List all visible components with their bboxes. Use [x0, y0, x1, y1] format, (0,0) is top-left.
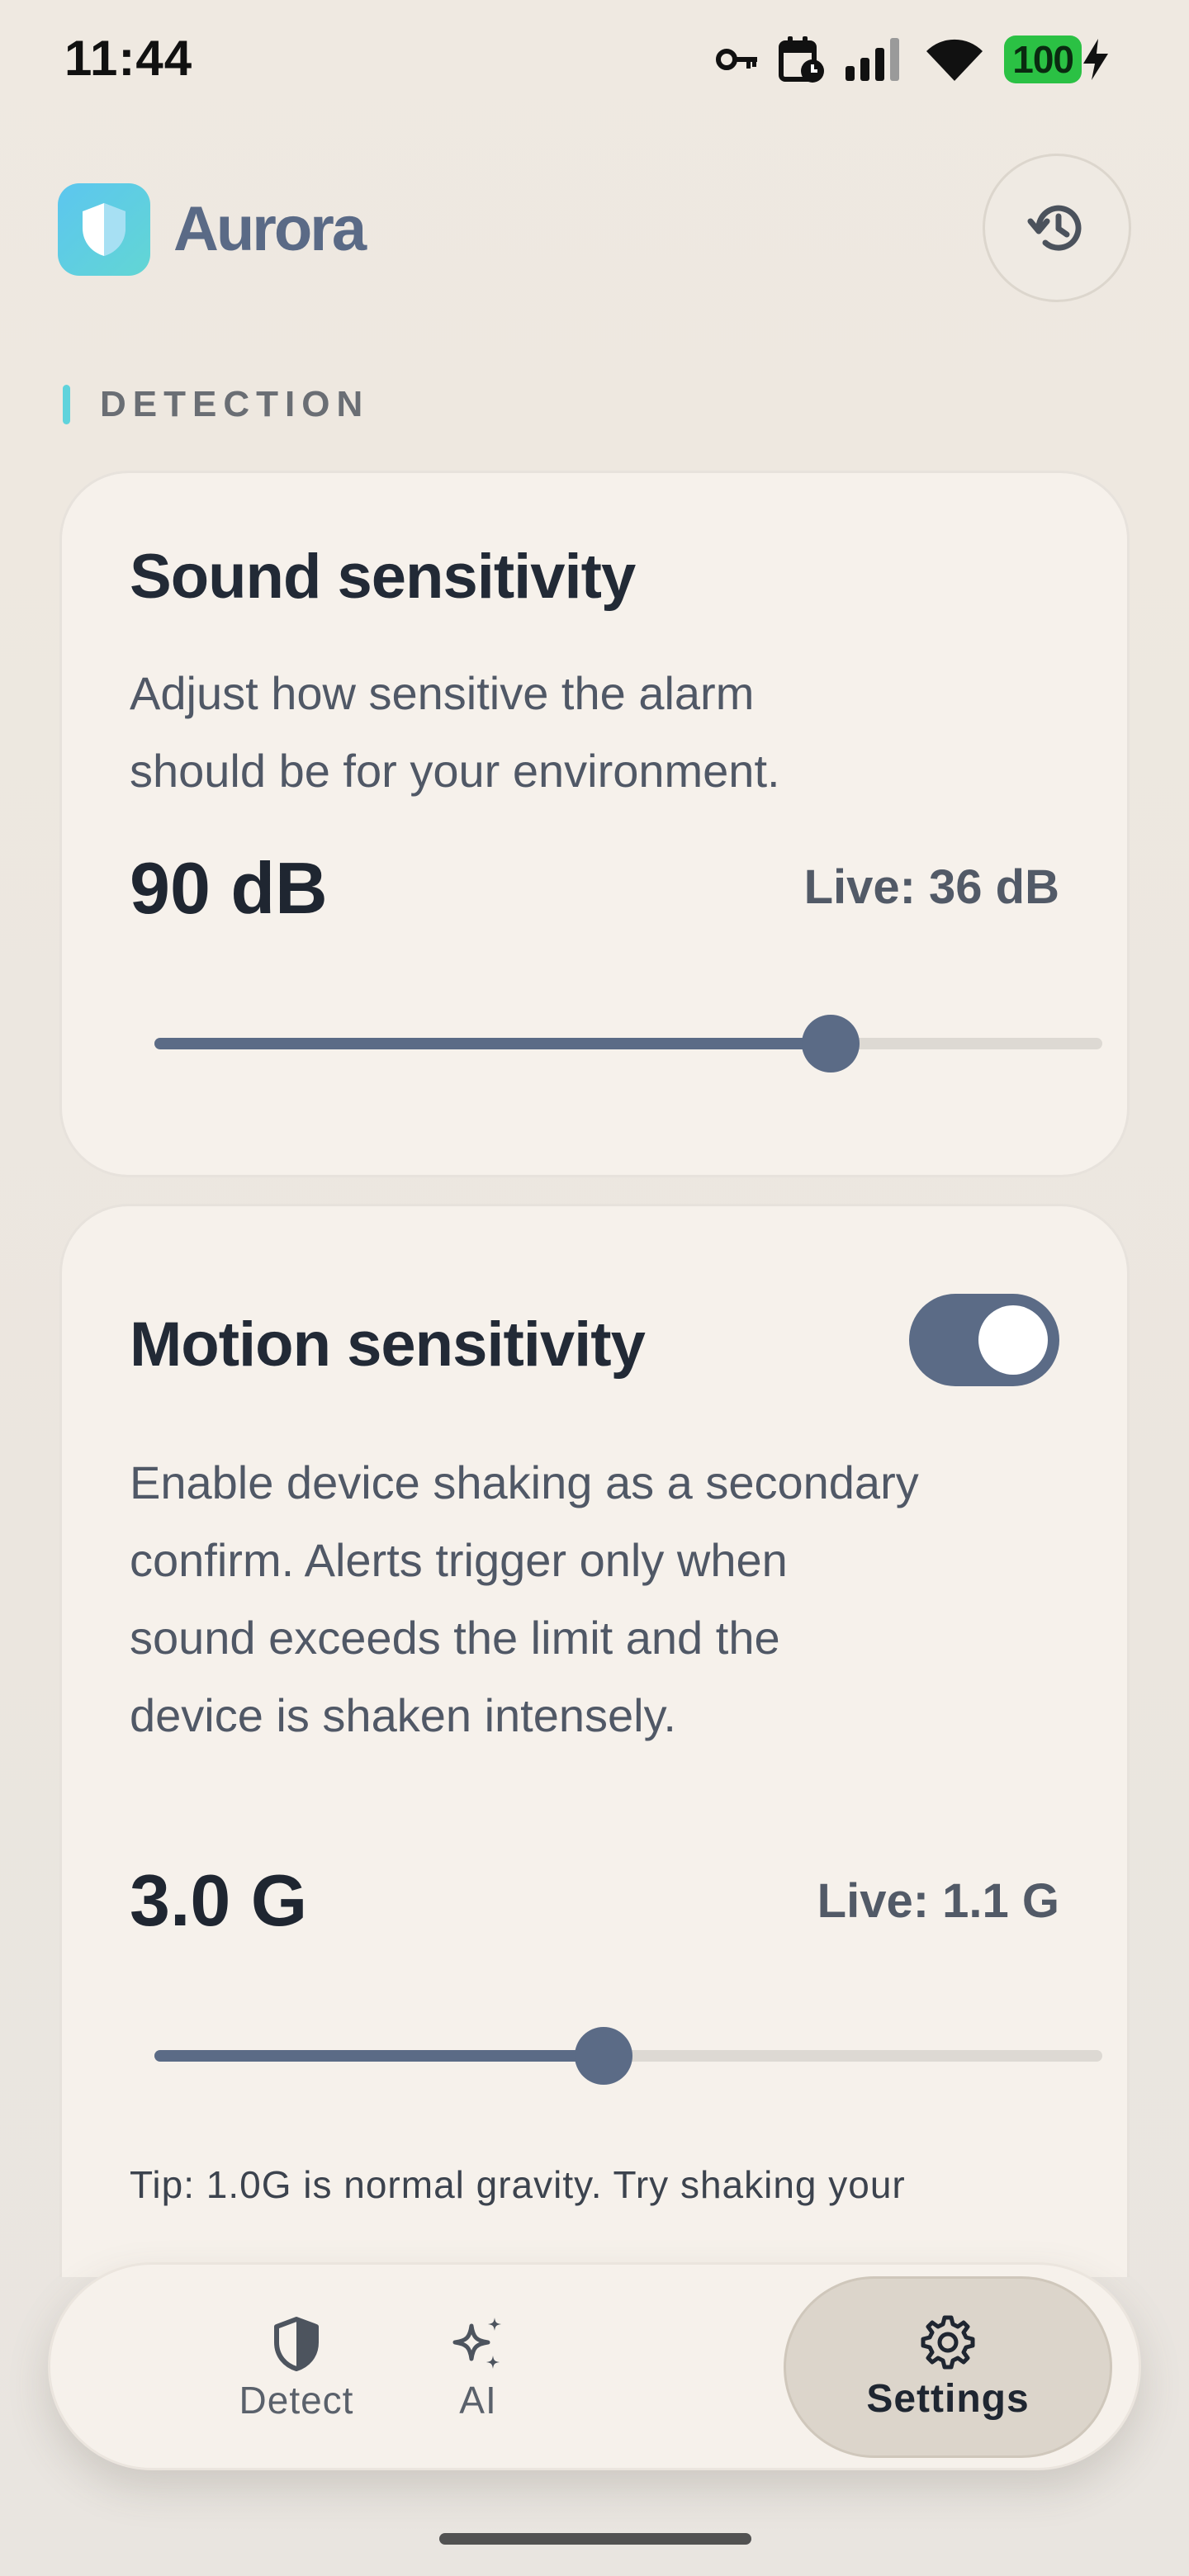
slider-thumb[interactable] — [575, 2027, 633, 2085]
charging-bolt-icon — [1083, 39, 1108, 80]
nav-item-settings[interactable]: Settings — [784, 2276, 1112, 2458]
app-title: Aurora — [173, 194, 367, 264]
section-label: DETECTION — [100, 384, 370, 424]
app-logo — [58, 183, 150, 276]
motion-live-reading: Live: 1.1 G — [817, 1874, 1059, 1928]
motion-slider[interactable] — [154, 2024, 1102, 2085]
card-description-line: confirm. Alerts trigger only when — [130, 1534, 788, 1586]
nav-label: Settings — [866, 2376, 1030, 2421]
cellular-signal-icon — [844, 38, 905, 81]
status-icons: 100 — [715, 31, 1110, 88]
card-description-line: Enable device shaking as a secondary — [130, 1456, 919, 1508]
gear-icon — [920, 2313, 976, 2371]
card-description-line: sound exceeds the limit and the — [130, 1612, 780, 1664]
card-description-line: should be for your environment. — [130, 745, 780, 797]
toggle-knob — [978, 1305, 1048, 1375]
slider-fill — [154, 1038, 831, 1049]
section-accent-bar — [63, 385, 70, 424]
app-header: Aurora — [58, 154, 1131, 302]
status-bar: 11:44 100 — [0, 0, 1189, 116]
section-heading-detection: DETECTION — [63, 381, 369, 428]
sound-slider[interactable] — [154, 1011, 1102, 1073]
battery-charging-icon: 100 — [1004, 36, 1110, 83]
slider-fill — [154, 2050, 604, 2062]
sparkles-icon — [448, 2315, 508, 2373]
key-icon — [715, 43, 760, 76]
history-icon — [1027, 205, 1082, 251]
sound-threshold-value: 90 dB — [130, 847, 328, 929]
motion-threshold-value: 3.0 G — [130, 1859, 308, 1941]
card-description-line: Adjust how sensitive the alarm — [130, 667, 755, 719]
wifi-icon — [923, 36, 986, 83]
tip-text: Tip: 1.0G is normal gravity. Try shaking… — [130, 2163, 906, 2206]
motion-sensitivity-card: Motion sensitivity Enable device shaking… — [59, 1204, 1130, 2277]
card-title: Sound sensitivity — [130, 542, 636, 612]
history-button[interactable] — [983, 154, 1131, 302]
sound-sensitivity-card: Sound sensitivity Adjust how sensitive t… — [59, 471, 1130, 1177]
battery-level: 100 — [1004, 36, 1082, 83]
calendar-clock-icon — [778, 35, 826, 84]
status-time: 11:44 — [64, 31, 193, 86]
shield-icon — [83, 203, 126, 256]
card-title: Motion sensitivity — [130, 1309, 646, 1380]
slider-thumb[interactable] — [801, 1015, 860, 1073]
bottom-navigation: Detect AI Settings — [48, 2262, 1141, 2470]
nav-label: AI — [459, 2379, 497, 2422]
card-description-line: device is shaken intensely. — [130, 1689, 676, 1741]
nav-item-ai[interactable]: AI — [313, 2265, 643, 2473]
home-indicator[interactable] — [439, 2533, 751, 2545]
motion-toggle[interactable] — [909, 1294, 1059, 1386]
sound-live-reading: Live: 36 dB — [803, 860, 1059, 914]
